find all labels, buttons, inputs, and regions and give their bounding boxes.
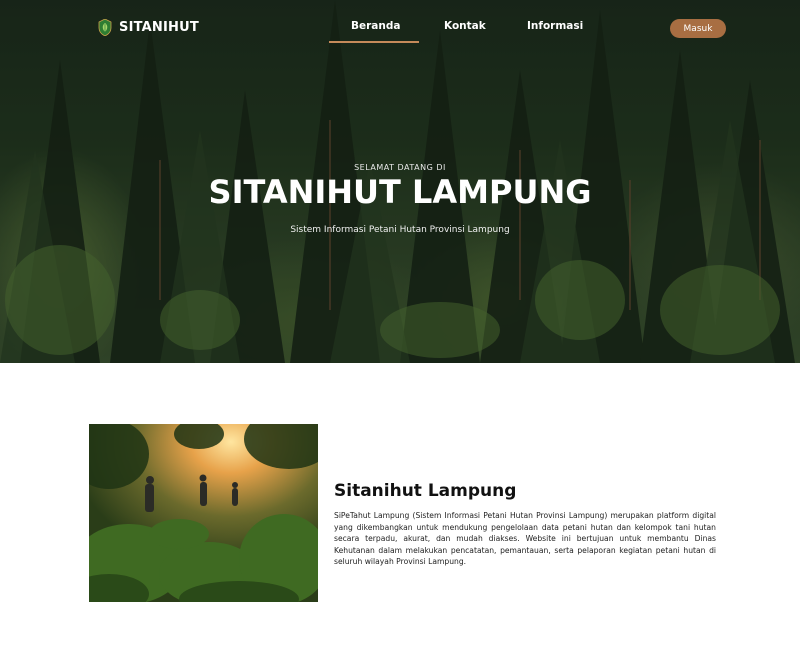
nav-item-beranda[interactable]: Beranda [351,20,400,32]
about-title: Sitanihut Lampung [334,481,517,501]
hero-title: SITANIHUT LAMPUNG [208,173,592,211]
farmers-photo [89,424,318,602]
about-description: SiPeTahut Lampung (Sistem Informasi Peta… [334,511,716,567]
hero-kicker: SELAMAT DATANG DI [354,163,446,172]
active-nav-indicator [329,41,419,43]
nav-item-informasi[interactable]: Informasi [527,20,583,32]
hero-section: SITANIHUT Beranda Kontak Informasi Masuk… [0,0,800,363]
hero-subtitle: Sistem Informasi Petani Hutan Provinsi L… [290,225,510,235]
top-navbar: SITANIHUT Beranda Kontak Informasi Masuk [0,0,800,56]
login-button[interactable]: Masuk [670,19,726,38]
hero-content: SELAMAT DATANG DI SITANIHUT LAMPUNG Sist… [0,163,800,235]
nav-item-kontak[interactable]: Kontak [444,20,486,32]
